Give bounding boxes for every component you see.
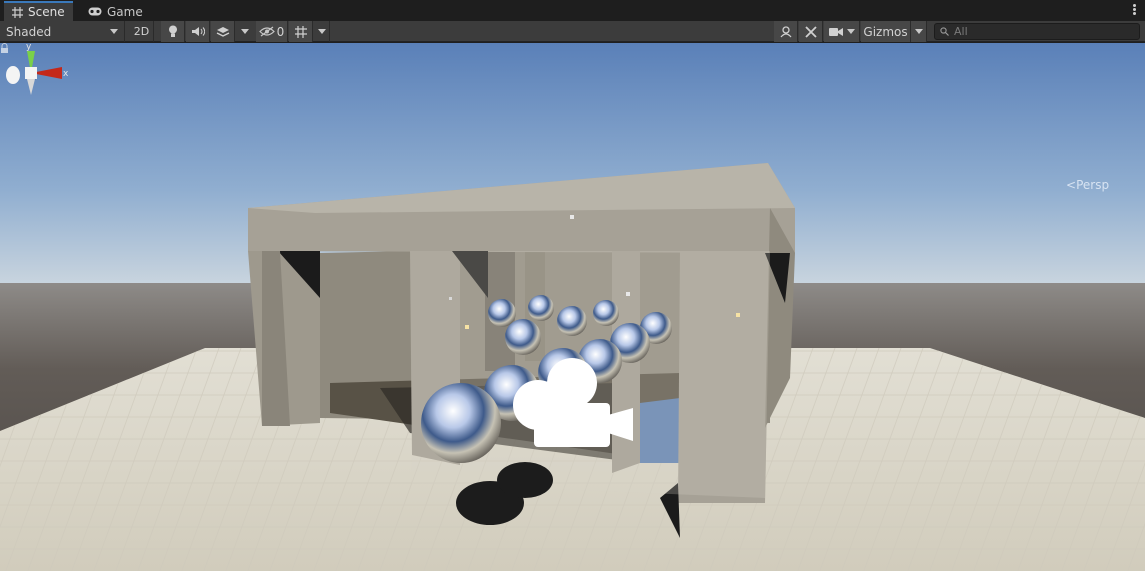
neg-x-axis-cone[interactable] bbox=[6, 66, 20, 84]
tab-scene[interactable]: Scene bbox=[4, 1, 73, 21]
search-placeholder: All bbox=[954, 25, 968, 38]
lightbulb-icon bbox=[168, 25, 177, 37]
orientation-gizmo[interactable]: y x bbox=[0, 43, 70, 103]
effects-dropdown-arrow[interactable] bbox=[236, 21, 254, 42]
grid-toggle-button[interactable] bbox=[289, 21, 313, 42]
scene-render[interactable] bbox=[0, 43, 1145, 571]
tab-game[interactable]: Game bbox=[80, 2, 151, 21]
toggle-2d-button[interactable]: 2D bbox=[130, 21, 154, 42]
chevron-down-icon bbox=[317, 29, 326, 34]
search-icon bbox=[940, 27, 949, 36]
center-cube[interactable] bbox=[25, 67, 37, 79]
speaker-icon bbox=[191, 27, 205, 36]
more-options-icon[interactable] bbox=[1133, 4, 1137, 16]
scene-toolbar: Shaded 2D 0 Gizmos All bbox=[0, 21, 1145, 42]
x-axis-label: x bbox=[63, 69, 69, 79]
gizmos-dropdown-arrow[interactable] bbox=[911, 21, 927, 42]
projection-label: Persp bbox=[1076, 178, 1110, 192]
video-camera-icon bbox=[828, 27, 843, 36]
draw-mode-label: Shaded bbox=[6, 24, 52, 39]
draw-mode-dropdown[interactable]: Shaded bbox=[0, 21, 125, 42]
camera-settings-button[interactable] bbox=[824, 21, 860, 42]
wrench-icon bbox=[804, 25, 817, 38]
window-tab-strip: Scene Game bbox=[0, 0, 1145, 21]
gamepad-icon bbox=[88, 7, 102, 16]
tab-game-label: Game bbox=[107, 4, 143, 19]
hidden-count: 0 bbox=[276, 24, 285, 39]
grid-icon bbox=[12, 6, 23, 18]
chevron-left-icon: < bbox=[1066, 178, 1077, 192]
lock-icon[interactable] bbox=[0, 43, 9, 53]
chevron-down-icon bbox=[846, 29, 855, 34]
search-scene-button[interactable] bbox=[774, 21, 798, 42]
scene-viewport[interactable]: y x <Persp bbox=[0, 43, 1145, 571]
projection-toggle[interactable]: <Persp bbox=[1066, 178, 1109, 192]
grid-dropdown-arrow[interactable] bbox=[314, 21, 330, 42]
y-axis-label: y bbox=[26, 43, 32, 52]
tools-button[interactable] bbox=[799, 21, 823, 42]
user-search-icon bbox=[780, 25, 791, 37]
tab-scene-label: Scene bbox=[28, 5, 65, 19]
eye-hidden-icon bbox=[258, 26, 275, 37]
audio-toggle-button[interactable] bbox=[186, 21, 210, 42]
scene-search-input[interactable]: All bbox=[934, 23, 1140, 40]
layers-icon bbox=[216, 26, 229, 37]
scene-visibility-button[interactable]: 0 bbox=[256, 21, 288, 42]
effects-toggle-button[interactable] bbox=[211, 21, 235, 42]
gizmos-button[interactable]: Gizmos bbox=[861, 21, 911, 42]
toggle-2d-label: 2D bbox=[133, 25, 150, 38]
grid-snap-icon bbox=[294, 25, 307, 38]
light-marker bbox=[570, 215, 574, 219]
chevron-down-icon bbox=[110, 29, 118, 34]
gizmos-label: Gizmos bbox=[863, 24, 908, 39]
chevron-down-icon bbox=[914, 29, 923, 34]
lighting-toggle-button[interactable] bbox=[161, 21, 185, 42]
chevron-down-icon bbox=[241, 29, 249, 34]
